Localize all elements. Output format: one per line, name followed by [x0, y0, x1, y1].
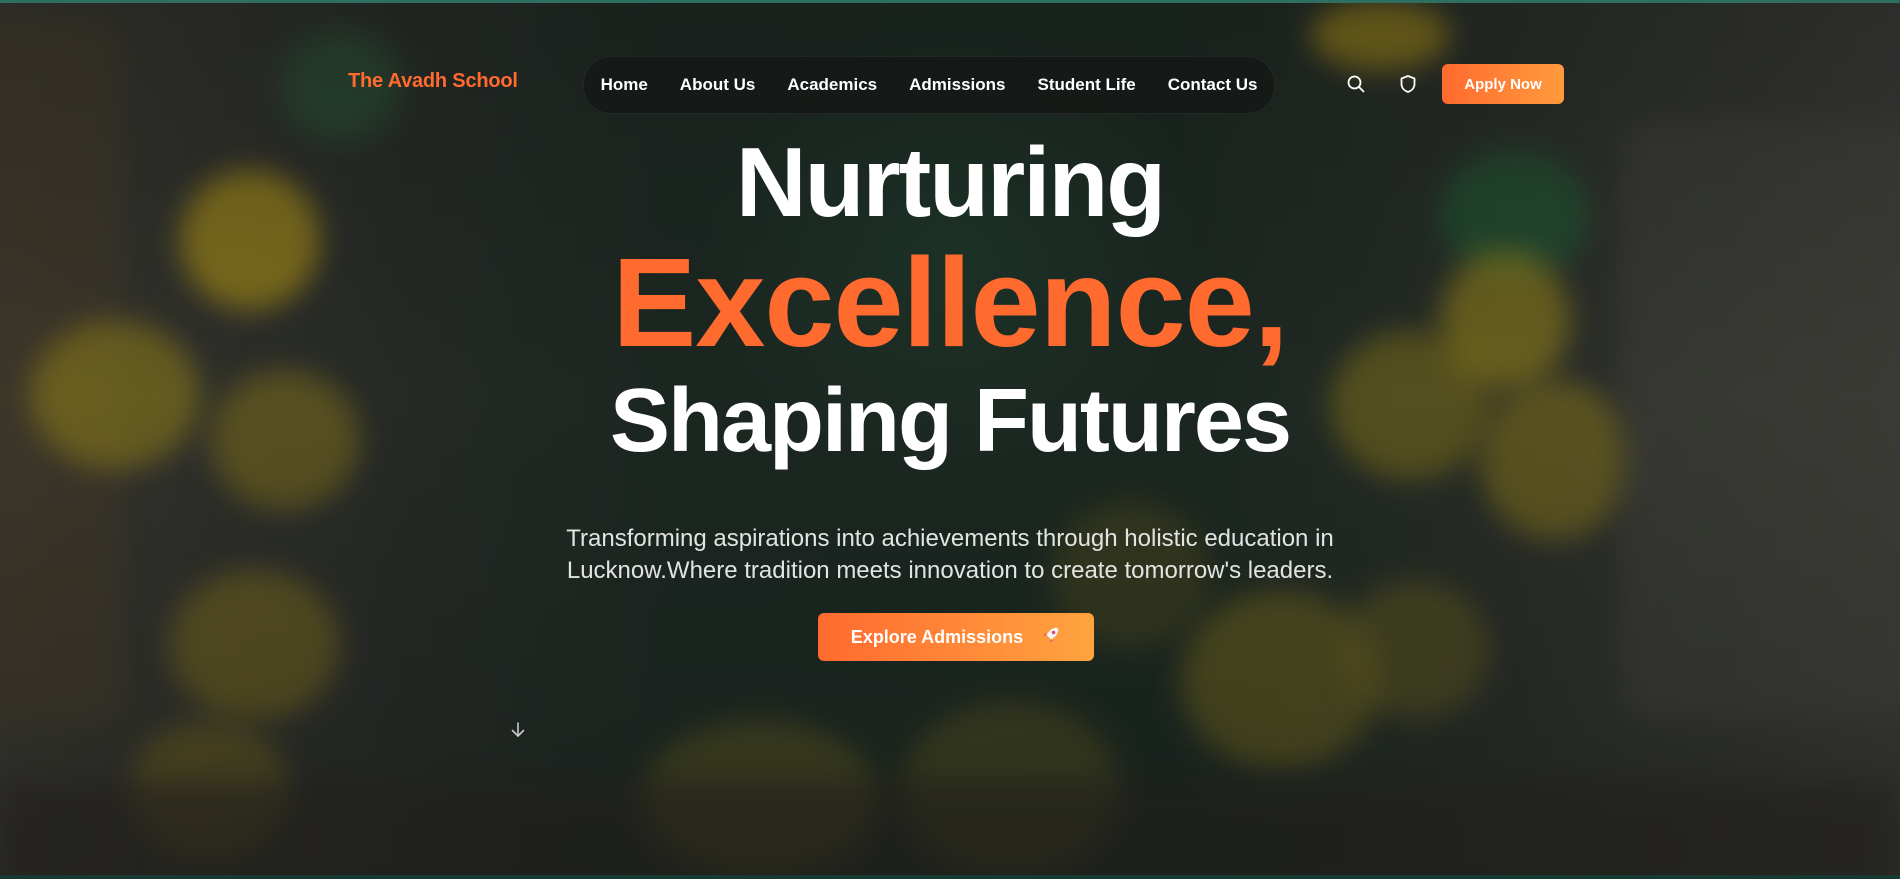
search-icon[interactable] — [1344, 72, 1368, 96]
hero-subtitle: Transforming aspirations into achievemen… — [566, 525, 1334, 584]
hero-title-line-2: Excellence, — [612, 232, 1288, 373]
arrow-down-icon[interactable] — [508, 720, 528, 740]
hero-title-line-1: Nurturing — [735, 127, 1166, 237]
hero-title-line-3: Shaping Futures — [609, 371, 1292, 471]
rocket-icon — [1041, 625, 1061, 650]
nav-about-us[interactable]: About Us — [680, 75, 756, 95]
shield-icon[interactable] — [1396, 72, 1420, 96]
nav-home[interactable]: Home — [601, 75, 648, 95]
site-logo[interactable]: The Avadh School — [348, 70, 518, 93]
bottom-accent-bar — [0, 875, 1900, 879]
explore-admissions-label: Explore Admissions — [850, 626, 1024, 647]
nav-admissions[interactable]: Admissions — [909, 75, 1005, 95]
top-accent-bar — [0, 0, 1900, 3]
apply-now-button[interactable]: Apply Now — [1442, 64, 1564, 104]
nav-academics[interactable]: Academics — [787, 75, 877, 95]
page: The Avadh School Home About Us Academics… — [0, 0, 1900, 879]
nav-contact-us[interactable]: Contact Us — [1168, 75, 1258, 95]
nav-student-life[interactable]: Student Life — [1037, 75, 1135, 95]
main-nav: Home About Us Academics Admissions Stude… — [583, 56, 1275, 114]
explore-admissions-button[interactable]: Explore Admissions — [818, 613, 1094, 661]
